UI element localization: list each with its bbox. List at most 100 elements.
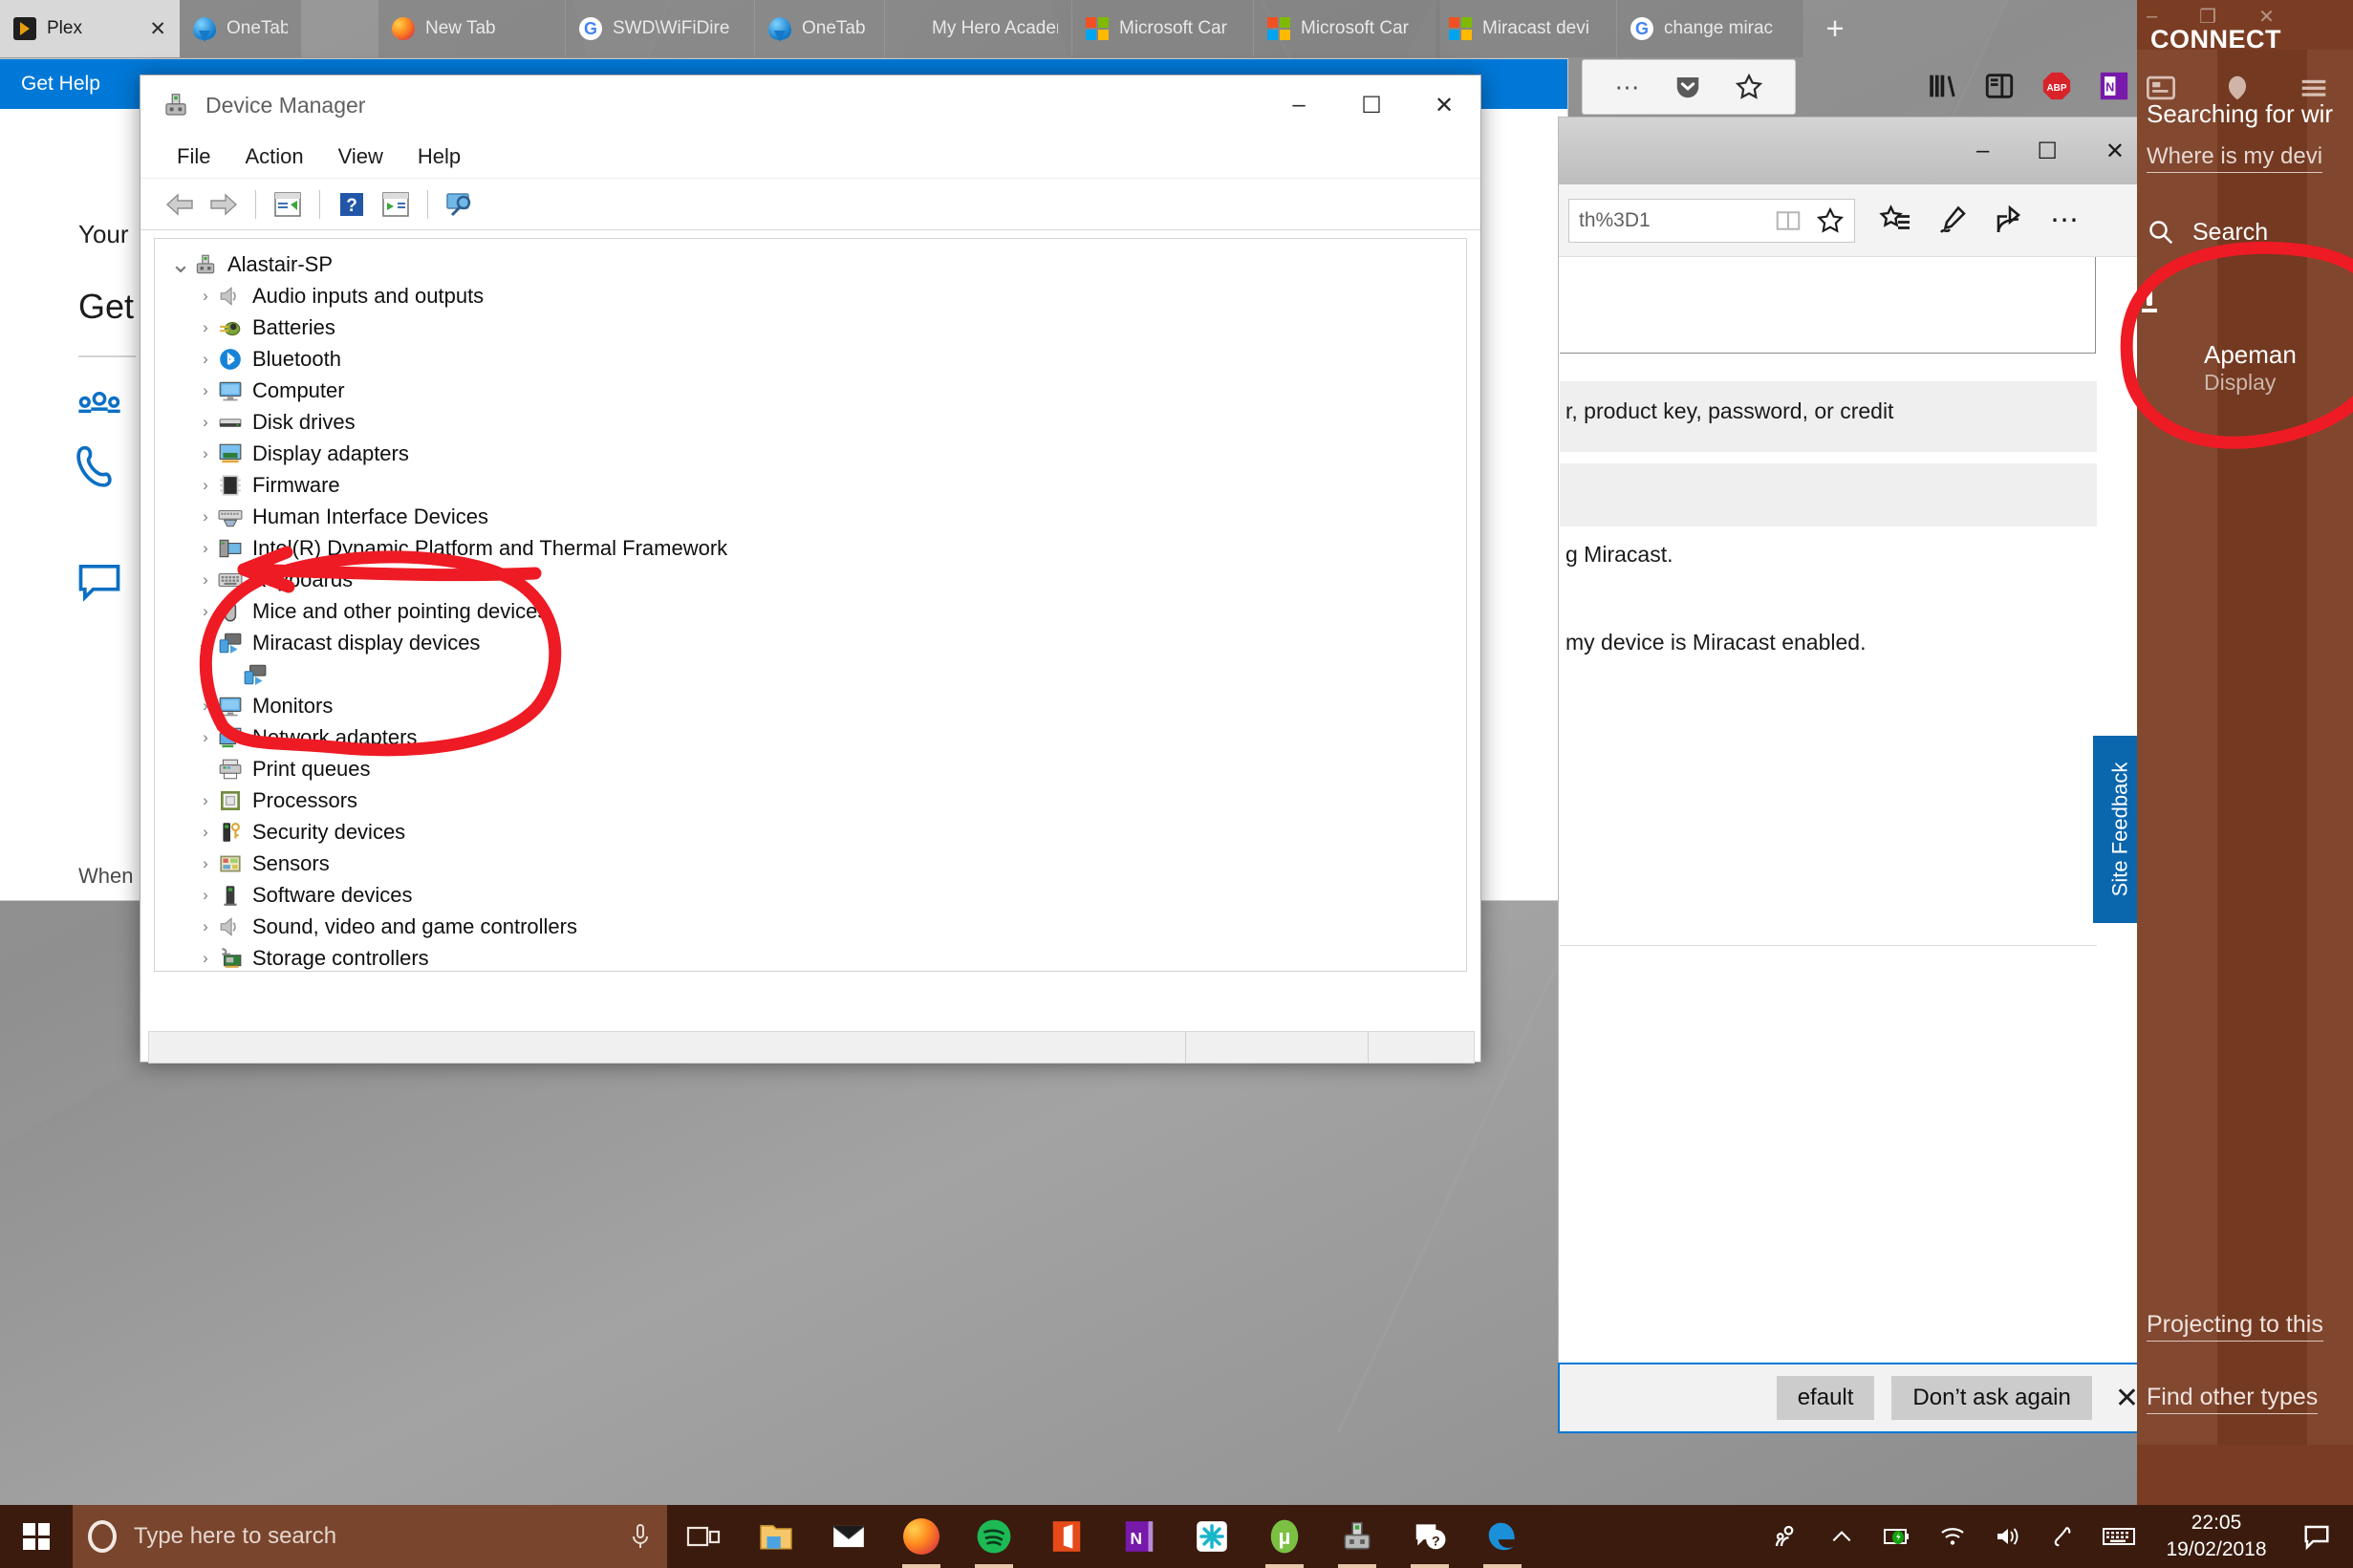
taskbar-app-plex[interactable] [1176,1505,1248,1568]
cast-icon[interactable] [2221,74,2254,102]
tree-node[interactable]: › Batteries [168,311,1466,343]
tree-node[interactable]: › Intel(R) Dynamic Platform and Thermal F… [168,532,1466,564]
browser-tab[interactable]: Miracast devi [1436,0,1617,57]
tree-node[interactable]: › Network adapters [168,721,1466,753]
chevron-right-icon[interactable]: › [193,816,218,848]
device-tree[interactable]: ⌄ Alastair-SP › Audio inputs and outputs › Ba… [154,238,1467,972]
people-icon[interactable] [75,382,124,432]
onenote-clipper-icon[interactable]: N [2098,70,2130,102]
chevron-right-icon[interactable]: › [193,343,218,375]
chevron-right-icon[interactable]: › [193,942,218,971]
wifi-icon[interactable] [1925,1505,1980,1568]
help-icon[interactable]: ? [330,184,374,225]
tab-close-icon[interactable]: ✕ [149,17,166,41]
browser-tab[interactable]: New Tab [378,0,566,57]
projecting-to-this-pc-link[interactable]: Projecting to this [2147,1311,2323,1342]
chevron-down-icon[interactable]: ⌄ [193,627,218,658]
taskbar-app-onenote[interactable]: N [1103,1505,1176,1568]
microphone-icon[interactable] [629,1522,652,1551]
bookmark-star-icon[interactable] [1735,73,1763,101]
reading-view-icon[interactable] [1774,206,1803,235]
taskbar-app-office[interactable] [1030,1505,1103,1568]
action-center-icon[interactable] [2286,1505,2347,1568]
taskbar-app-file-explorer[interactable] [740,1505,812,1568]
chevron-right-icon[interactable]: › [193,564,218,595]
reader-icon[interactable] [1983,70,2016,102]
taskbar-search-box[interactable]: Type here to search [73,1505,667,1568]
tree-node[interactable]: › Computer [168,375,1466,406]
task-view-button[interactable] [667,1505,740,1568]
cortana-icon[interactable] [88,1520,117,1553]
pen-icon[interactable] [2036,1505,2091,1568]
more-icon[interactable]: ⋯ [1615,73,1642,102]
tree-node[interactable]: › Software devices [168,879,1466,911]
taskbar-app-firefox[interactable] [885,1505,958,1568]
browser-tab[interactable]: My Hero Academ [885,0,1072,57]
chevron-down-icon[interactable]: ⌄ [168,248,193,280]
new-tab-button[interactable]: + [1804,0,1866,57]
browser-tab[interactable]: OneTab [755,0,885,57]
dont-ask-again-button[interactable]: Don’t ask again [1891,1376,2092,1420]
chevron-right-icon[interactable]: › [193,784,218,816]
share-icon[interactable] [1993,204,2027,238]
connect-search-row[interactable]: Search [2147,218,2268,247]
taskbar-app-get-help[interactable]: ? [1393,1505,1466,1568]
menu-file[interactable]: File [160,141,227,172]
tree-node[interactable]: › Bluetooth [168,343,1466,375]
tree-root-node[interactable]: ⌄ Alastair-SP [168,248,1466,280]
show-hidden-icons-icon[interactable] [1814,1505,1869,1568]
tree-node[interactable]: Print queues [168,753,1466,784]
menu-action[interactable]: Action [227,141,320,172]
tree-node[interactable]: › Human Interface Devices [168,501,1466,532]
browser-tab[interactable]: Plex ✕ [0,0,180,57]
browser-tab[interactable]: Microsoft Car [1254,0,1441,57]
chevron-right-icon[interactable]: › [193,438,218,469]
edge-minimize-button[interactable]: – [1976,138,1989,164]
menu-icon[interactable] [2298,74,2330,102]
battery-icon[interactable] [1869,1505,1925,1568]
volume-icon[interactable] [1980,1505,2036,1568]
favorite-star-icon[interactable] [1816,206,1845,235]
edge-more-icon[interactable]: ⋯ [2050,204,2082,237]
taskbar-app-utorrent[interactable]: µ [1248,1505,1321,1568]
browser-tab[interactable]: OneTab [180,0,302,57]
menu-help[interactable]: Help [400,141,478,172]
chevron-right-icon[interactable]: › [193,879,218,911]
touch-keyboard-icon[interactable] [2091,1505,2147,1568]
tree-node[interactable]: › Disk drives [168,406,1466,438]
tree-node[interactable]: › Display adapters [168,438,1466,469]
tree-node[interactable]: › Sensors [168,848,1466,879]
tree-node[interactable]: › Security devices [168,816,1466,848]
tree-node[interactable]: › Sound, video and game controllers [168,911,1466,942]
chevron-right-icon[interactable]: › [193,406,218,438]
tree-node[interactable] [168,658,1466,690]
search-icon[interactable] [2147,218,2175,247]
properties-icon[interactable] [266,184,310,225]
where-is-my-device-link[interactable]: Where is my devi [2147,143,2323,173]
taskbar-app-edge[interactable] [1466,1505,1539,1568]
taskbar-clock[interactable]: 22:05 19/02/2018 [2147,1505,2286,1568]
scan-hardware-icon[interactable] [438,184,482,225]
tree-node[interactable]: › Audio inputs and outputs [168,280,1466,311]
edge-address-bar[interactable]: th%3D1 [1568,198,1855,243]
browser-tab[interactable]: Gchange mirac [1617,0,1804,57]
tree-node[interactable]: › Monitors [168,690,1466,721]
dm-close-button[interactable]: ✕ [1408,75,1480,135]
abp-icon[interactable]: ABP [2040,70,2073,102]
chevron-right-icon[interactable]: › [193,690,218,721]
chevron-right-icon[interactable]: › [193,469,218,501]
tree-node[interactable]: › Processors [168,784,1466,816]
forward-arrow-icon[interactable] [202,184,246,225]
tree-node[interactable]: › Mice and other pointing devices [168,595,1466,627]
chevron-right-icon[interactable]: › [193,721,218,753]
chevron-right-icon[interactable]: › [193,848,218,879]
browser-tab[interactable]: G SWD\WiFiDire [566,0,755,57]
pocket-icon[interactable] [1673,73,1702,101]
dm-minimize-button[interactable]: – [1263,75,1335,135]
find-other-types-link[interactable]: Find other types [2147,1384,2319,1414]
chat-icon[interactable] [75,556,124,606]
set-default-button[interactable]: efault [1776,1376,1875,1420]
chevron-right-icon[interactable]: › [193,375,218,406]
chevron-right-icon[interactable]: › [193,532,218,564]
edge-close-button[interactable]: ✕ [2105,138,2125,165]
